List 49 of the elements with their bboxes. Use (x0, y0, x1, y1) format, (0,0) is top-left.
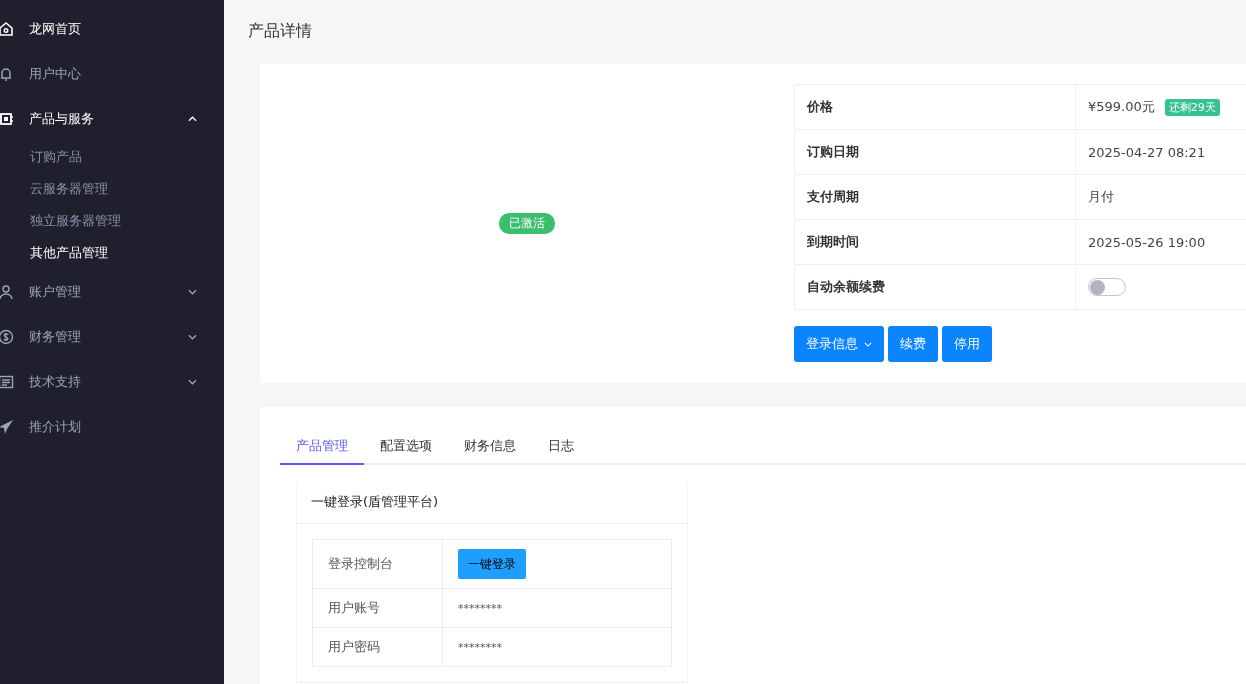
table-cell: 用户账号 (313, 589, 443, 627)
masked-value: ******** (458, 601, 502, 615)
sidebar-subitem[interactable]: 其他产品管理 (0, 237, 224, 269)
action-button[interactable]: 续费 (888, 326, 938, 362)
panel-title: 一键登录(盾管理平台) (297, 483, 687, 524)
status-badge: 已激活 (499, 213, 555, 234)
detail-label: 订购日期 (795, 130, 1076, 174)
caret-icon (188, 288, 197, 295)
caret-icon (864, 341, 872, 347)
sidebar-item[interactable]: 产品与服务 (0, 96, 224, 141)
action-button[interactable]: 登录信息 (794, 326, 884, 362)
detail-value: ¥599.00元 (1088, 98, 1155, 116)
sidebar-item[interactable]: 财务管理 (0, 314, 224, 359)
caret-icon (188, 333, 197, 340)
table-cell: 用户密码 (313, 628, 443, 666)
tab[interactable]: 财务信息 (448, 433, 532, 465)
detail-value: 2025-05-26 19:00 (1088, 234, 1206, 250)
sidebar-item[interactable]: 账户管理 (0, 269, 224, 314)
chip-icon (0, 110, 14, 127)
sidebar-item[interactable]: 龙网首页 (0, 6, 224, 51)
document-icon (0, 373, 14, 390)
bell-icon (0, 65, 14, 82)
user-icon (0, 283, 14, 300)
home-icon (0, 20, 14, 37)
detail-value: 2025-04-27 08:21 (1088, 144, 1206, 160)
tab[interactable]: 产品管理 (280, 433, 364, 465)
sidebar-item[interactable]: 用户中心 (0, 51, 224, 96)
paper-plane-icon (0, 418, 14, 435)
action-button[interactable]: 停用 (942, 326, 992, 362)
detail-label: 支付周期 (795, 175, 1076, 219)
sidebar-subitem[interactable]: 独立服务器管理 (0, 205, 224, 237)
sidebar-subitem[interactable]: 云服务器管理 (0, 173, 224, 205)
dollar-icon (0, 328, 14, 345)
page-title: 产品详情 (248, 20, 313, 42)
sidebar-item[interactable]: 技术支持 (0, 359, 224, 404)
caret-icon (188, 115, 197, 122)
detail-label: 自动余额续费 (795, 265, 1076, 309)
tab[interactable]: 日志 (532, 433, 590, 465)
caret-icon (188, 378, 197, 385)
sidebar-subitem[interactable]: 订购产品 (0, 141, 224, 173)
detail-label: 价格 (795, 85, 1076, 129)
masked-value: ******** (458, 640, 502, 654)
detail-label: 到期时间 (795, 220, 1076, 264)
login-button[interactable]: 一键登录 (458, 549, 526, 579)
detail-value: 月付 (1088, 188, 1114, 206)
remaining-days-badge: 还剩29天 (1164, 98, 1220, 116)
tab[interactable]: 配置选项 (364, 433, 448, 465)
table-cell: 登录控制台 (313, 540, 443, 588)
sidebar-item[interactable]: 推介计划 (0, 404, 224, 449)
